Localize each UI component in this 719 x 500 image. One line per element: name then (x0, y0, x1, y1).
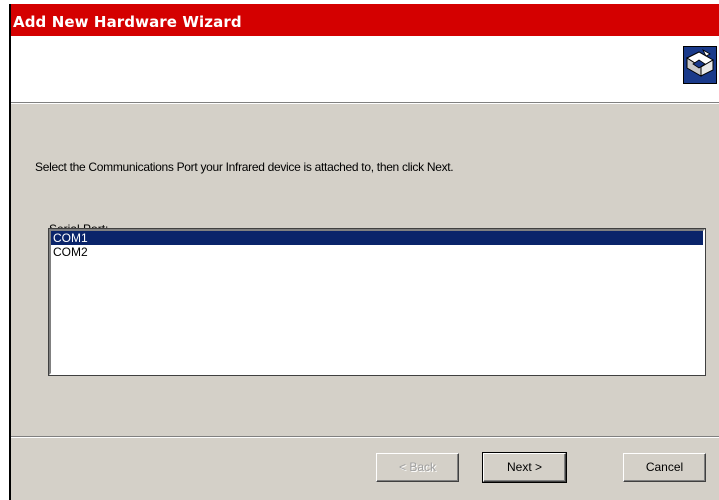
back-button[interactable]: < Back (376, 453, 459, 482)
cancel-button[interactable]: Cancel (623, 453, 706, 482)
list-item-com2[interactable]: COM2 (51, 245, 703, 259)
wizard-window: Add New Hardware Wizard Select the Commu… (9, 4, 719, 500)
wizard-header (11, 36, 719, 102)
header-divider-highlight (11, 103, 719, 104)
title-bar[interactable]: Add New Hardware Wizard (11, 4, 719, 36)
hardware-wizard-icon (683, 46, 717, 84)
list-item-com1[interactable]: COM1 (51, 231, 703, 245)
window-title: Add New Hardware Wizard (13, 13, 242, 31)
serial-port-listbox[interactable]: COM1 COM2 (48, 228, 706, 376)
instruction-text: Select the Communications Port your Infr… (35, 160, 454, 174)
footer-divider-highlight (11, 437, 719, 438)
next-button[interactable]: Next > (482, 452, 567, 483)
